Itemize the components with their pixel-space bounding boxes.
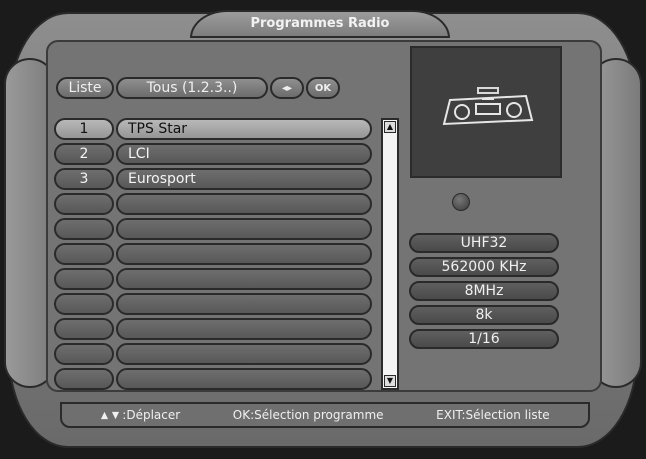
hint-move: :Déplacer — [100, 408, 180, 422]
channel-name — [116, 343, 372, 365]
list-scrollbar[interactable]: ▲ ▼ — [381, 118, 399, 390]
channel-name: Eurosport — [116, 168, 372, 190]
channel-name — [116, 318, 372, 340]
channel-row[interactable]: 2 LCI — [54, 143, 372, 165]
channel-row[interactable] — [54, 343, 372, 365]
status-indicator — [452, 193, 470, 211]
title-tab: Programmes Radio — [190, 10, 450, 38]
channel-name — [116, 218, 372, 240]
channel-number — [54, 218, 114, 240]
page-title: Programmes Radio — [250, 16, 390, 31]
radio-cassette-icon — [442, 87, 534, 126]
channel-row[interactable]: 3 Eurosport — [54, 168, 372, 190]
channel-row[interactable] — [54, 218, 372, 240]
signal-info: UHF32 562000 KHz 8MHz 8k 1/16 — [409, 233, 559, 353]
channel-name — [116, 193, 372, 215]
channel-number — [54, 293, 114, 315]
preview-panel — [410, 46, 562, 178]
channel-name — [116, 368, 372, 390]
liste-ok-button[interactable]: OK — [306, 77, 340, 99]
liste-selector[interactable]: Liste Tous (1.2.3..) ◂▸ OK — [56, 76, 340, 100]
channel-row[interactable] — [54, 193, 372, 215]
channel-number — [54, 368, 114, 390]
band-value: UHF32 — [409, 233, 559, 253]
channel-name — [116, 268, 372, 290]
channel-row[interactable]: 1 TPS Star — [54, 118, 372, 140]
channel-row[interactable] — [54, 243, 372, 265]
hint-exit-label: EXIT:Sélection liste — [436, 408, 550, 422]
channel-number: 2 — [54, 143, 114, 165]
channel-name: LCI — [116, 143, 372, 165]
channel-row[interactable] — [54, 293, 372, 315]
guard-interval-value: 1/16 — [409, 329, 559, 349]
channel-number — [54, 318, 114, 340]
hint-exit: EXIT:Sélection liste — [436, 408, 550, 422]
channel-number — [54, 268, 114, 290]
channel-name — [116, 293, 372, 315]
channel-list[interactable]: 1 TPS Star 2 LCI 3 Eurosport — [54, 118, 372, 393]
scroll-down-arrow-icon[interactable]: ▼ — [384, 375, 396, 387]
liste-value[interactable]: Tous (1.2.3..) — [116, 77, 268, 99]
channel-row[interactable] — [54, 268, 372, 290]
help-bar: :Déplacer OK:Sélection programme EXIT:Sé… — [60, 402, 590, 428]
tv-screen: Programmes Radio Liste Tous (1.2.3..) ◂▸… — [0, 0, 646, 459]
hint-ok: OK:Sélection programme — [233, 408, 384, 422]
arrow-down-icon — [112, 411, 120, 419]
channel-number — [54, 243, 114, 265]
mode-value: 8k — [409, 305, 559, 325]
hint-ok-label: OK:Sélection programme — [232, 408, 384, 422]
channel-number — [54, 343, 114, 365]
channel-number — [54, 193, 114, 215]
hint-move-label: :Déplacer — [122, 408, 181, 422]
channel-number: 3 — [54, 168, 114, 190]
channel-name — [116, 243, 372, 265]
liste-label: Liste — [56, 77, 114, 99]
channel-number: 1 — [54, 118, 114, 140]
channel-row[interactable] — [54, 368, 372, 390]
liste-arrows-button[interactable]: ◂▸ — [270, 77, 304, 99]
arrow-up-icon — [101, 411, 109, 419]
channel-name: TPS Star — [116, 118, 372, 140]
channel-row[interactable] — [54, 318, 372, 340]
frequency-value: 562000 KHz — [409, 257, 559, 277]
bandwidth-value: 8MHz — [409, 281, 559, 301]
scroll-up-arrow-icon[interactable]: ▲ — [384, 121, 396, 133]
